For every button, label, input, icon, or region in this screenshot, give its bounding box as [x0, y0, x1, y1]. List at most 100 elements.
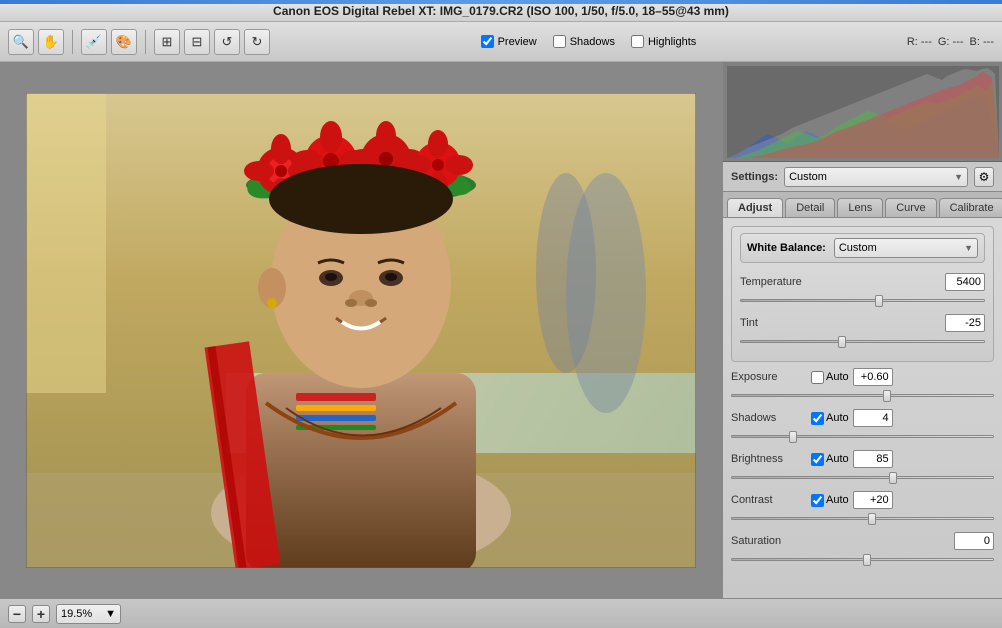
white-balance-section: White Balance: Custom ▼ Temperature — [731, 226, 994, 362]
shadows-label: Shadows — [570, 36, 615, 48]
hand-tool-button[interactable]: ✋ — [38, 29, 64, 55]
contrast-auto-group: Auto — [811, 494, 849, 507]
white-balance-row: White Balance: Custom ▼ — [740, 233, 985, 263]
wb-label: White Balance: — [747, 242, 826, 254]
shadows-slider-thumb[interactable] — [789, 431, 797, 443]
g-value: G: --- — [938, 36, 964, 48]
brightness-input[interactable] — [853, 450, 893, 468]
brightness-auto-checkbox[interactable] — [811, 453, 824, 466]
eyedropper-tool-button[interactable]: 💉 — [81, 29, 107, 55]
highlights-group: Highlights — [631, 35, 696, 48]
wb-dropdown-arrow: ▼ — [964, 243, 973, 253]
tab-curve[interactable]: Curve — [885, 198, 936, 217]
saturation-control: Saturation — [731, 532, 994, 550]
shadows-slider-track — [731, 435, 994, 438]
rotate-cw-button[interactable]: ↻ — [244, 29, 270, 55]
highlights-label: Highlights — [648, 36, 696, 48]
minus-icon: − — [13, 606, 21, 622]
crop-tool-button[interactable]: ⊞ — [154, 29, 180, 55]
adjust-panel: White Balance: Custom ▼ Temperature — [723, 218, 1002, 598]
contrast-control: Contrast Auto — [731, 491, 994, 509]
temperature-control: Temperature — [740, 273, 985, 291]
temperature-input[interactable] — [945, 273, 985, 291]
brightness-auto-group: Auto — [811, 453, 849, 466]
exposure-label: Exposure — [731, 371, 811, 383]
contrast-label: Contrast — [731, 494, 811, 506]
b-value: B: --- — [970, 36, 994, 48]
shadows-adj-row: Shadows Auto — [731, 409, 994, 438]
saturation-slider-thumb[interactable] — [863, 554, 871, 566]
preview-label: Preview — [498, 36, 537, 48]
tabs-bar: Adjust Detail Lens Curve Calibrate — [723, 192, 1002, 218]
contrast-row: Contrast Auto — [731, 491, 994, 520]
contrast-auto-label: Auto — [826, 494, 849, 506]
main-content: Settings: Custom ▼ ⚙ Adjust Detail Lens … — [0, 62, 1002, 598]
plus-icon: + — [37, 606, 45, 622]
brightness-row: Brightness Auto — [731, 450, 994, 479]
preview-checkbox[interactable] — [481, 35, 494, 48]
tab-calibrate[interactable]: Calibrate — [939, 198, 1002, 217]
r-value: R: --- — [907, 36, 932, 48]
shadows-adj-label: Shadows — [731, 412, 811, 424]
exposure-slider-thumb[interactable] — [883, 390, 891, 402]
tab-adjust[interactable]: Adjust — [727, 198, 783, 217]
zoom-dropdown-arrow: ▼ — [105, 608, 116, 620]
tab-lens[interactable]: Lens — [837, 198, 883, 217]
rgb-values: R: --- G: --- B: --- — [907, 36, 994, 48]
tint-row: Tint — [740, 314, 985, 343]
temperature-slider-track — [740, 299, 985, 302]
zoom-out-button[interactable]: − — [8, 605, 26, 623]
tint-slider-thumb[interactable] — [838, 336, 846, 348]
brightness-auto-label: Auto — [826, 453, 849, 465]
tint-label: Tint — [740, 317, 820, 329]
right-panel: Settings: Custom ▼ ⚙ Adjust Detail Lens … — [722, 62, 1002, 598]
brightness-slider-track — [731, 476, 994, 479]
contrast-auto-checkbox[interactable] — [811, 494, 824, 507]
brightness-slider-thumb[interactable] — [889, 472, 897, 484]
zoom-in-button[interactable]: + — [32, 605, 50, 623]
saturation-row: Saturation — [731, 532, 994, 561]
image-panel — [0, 62, 722, 598]
wb-dropdown[interactable]: Custom ▼ — [834, 238, 978, 258]
exposure-auto-checkbox[interactable] — [811, 371, 824, 384]
temperature-label: Temperature — [740, 276, 820, 288]
contrast-input[interactable] — [853, 491, 893, 509]
window-title: Canon EOS Digital Rebel XT: IMG_0179.CR2… — [273, 4, 729, 18]
temperature-slider-thumb[interactable] — [875, 295, 883, 307]
exposure-input[interactable] — [853, 368, 893, 386]
preview-group: Preview — [481, 35, 537, 48]
brightness-label: Brightness — [731, 453, 811, 465]
settings-dropdown[interactable]: Custom ▼ — [784, 167, 968, 187]
shadows-input[interactable] — [853, 409, 893, 427]
rotate-ccw-button[interactable]: ↺ — [214, 29, 240, 55]
exposure-auto-group: Auto — [811, 371, 849, 384]
tint-slider-track — [740, 340, 985, 343]
tab-detail[interactable]: Detail — [785, 198, 835, 217]
contrast-slider-thumb[interactable] — [868, 513, 876, 525]
settings-gear-button[interactable]: ⚙ — [974, 167, 994, 187]
exposure-control: Exposure Auto — [731, 368, 994, 386]
shadows-auto-checkbox[interactable] — [811, 412, 824, 425]
saturation-input[interactable] — [954, 532, 994, 550]
wb-value: Custom — [839, 242, 877, 254]
color-sampler-button[interactable]: 🎨 — [111, 29, 137, 55]
zoom-dropdown[interactable]: 19.5% ▼ — [56, 604, 121, 624]
highlights-checkbox[interactable] — [631, 35, 644, 48]
settings-value: Custom — [789, 171, 827, 183]
shadows-group: Shadows — [553, 35, 615, 48]
shadows-auto-label: Auto — [826, 412, 849, 424]
exposure-row: Exposure Auto — [731, 368, 994, 397]
straighten-tool-button[interactable]: ⊟ — [184, 29, 210, 55]
shadows-auto-group: Auto — [811, 412, 849, 425]
exposure-slider-track — [731, 394, 994, 397]
tint-input[interactable] — [945, 314, 985, 332]
shadows-checkbox[interactable] — [553, 35, 566, 48]
zoom-tool-button[interactable]: 🔍 — [8, 29, 34, 55]
histogram-svg — [727, 66, 999, 158]
settings-label: Settings: — [731, 171, 778, 183]
toolbar-center: Preview Shadows Highlights — [274, 35, 903, 48]
gear-icon: ⚙ — [979, 170, 990, 184]
photo-container — [26, 93, 696, 568]
tint-control: Tint — [740, 314, 985, 332]
saturation-slider-track — [731, 558, 994, 561]
